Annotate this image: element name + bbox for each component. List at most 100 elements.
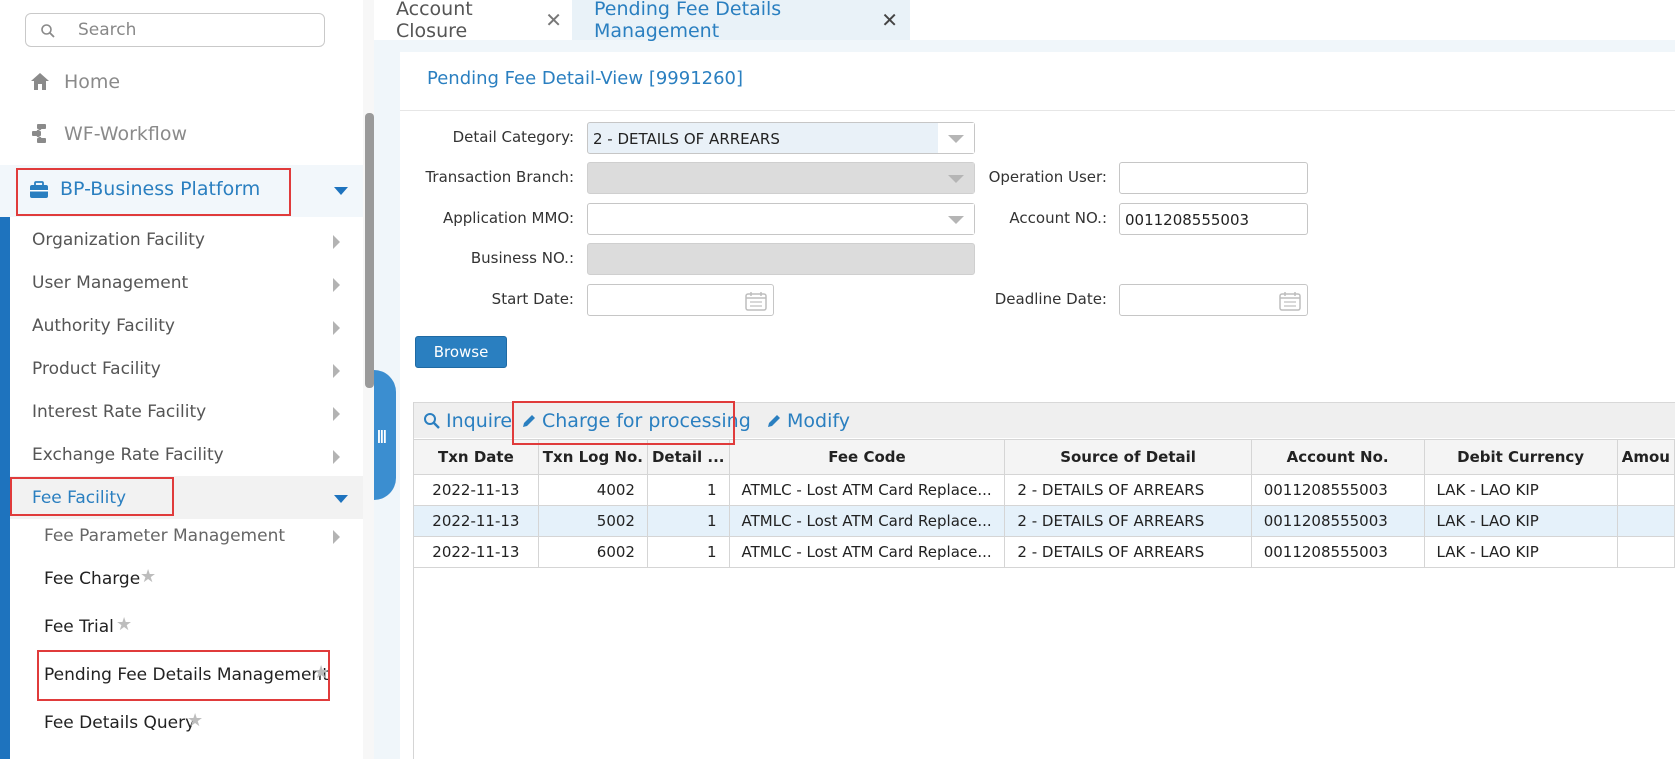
- table-cell: 4002: [538, 474, 648, 506]
- chevron-down-icon: [334, 495, 348, 503]
- page-title: Pending Fee Detail-View [9991260]: [427, 68, 744, 89]
- application-mmo-select[interactable]: [587, 203, 975, 235]
- modify-button[interactable]: Modify: [766, 408, 850, 434]
- tab-account-closure[interactable]: Account Closure ✕: [374, 0, 574, 42]
- sidebar-subitem-label: Fee Details Query: [44, 713, 196, 733]
- column-header[interactable]: Account No.: [1251, 439, 1425, 475]
- business-no-label: Business NO.:: [470, 249, 574, 267]
- sidebar: Home WF-Workflow BP-Business Platform Or…: [0, 0, 374, 759]
- table-row[interactable]: 2022-11-13 5002 1 ATMLC - Lost ATM Card …: [414, 505, 1675, 537]
- nav-workflow[interactable]: WF-Workflow: [0, 110, 360, 158]
- chevron-down-icon[interactable]: [938, 123, 974, 153]
- detail-category-label: Detail Category:: [452, 128, 574, 146]
- table-cell: 6002: [538, 536, 648, 568]
- deadline-date-label: Deadline Date:: [994, 290, 1107, 308]
- transaction-branch-select[interactable]: [587, 162, 975, 194]
- table-cell: LAK - LAO KIP: [1424, 505, 1618, 537]
- column-header[interactable]: Fee Code: [729, 439, 1006, 475]
- sidebar-item-label: Product Facility: [32, 359, 161, 379]
- modify-label: Modify: [787, 410, 850, 432]
- sidebar-subitem-label: Fee Trial: [44, 617, 114, 637]
- calendar-icon[interactable]: [745, 291, 767, 311]
- table-cell: [1617, 536, 1675, 568]
- table-cell: 2022-11-13: [414, 505, 539, 537]
- business-no-field[interactable]: [587, 243, 975, 275]
- sidebar-item-product-facility[interactable]: Product Facility: [10, 349, 360, 392]
- transaction-branch-label: Transaction Branch:: [425, 168, 574, 186]
- sidebar-subitem-fee-details-query[interactable]: Fee Details Query ★: [10, 702, 360, 746]
- table-cell: 2 - DETAILS OF ARREARS: [1004, 505, 1252, 537]
- sidebar-item-organization-facility[interactable]: Organization Facility: [10, 220, 360, 263]
- sidebar-scrollbar-thumb[interactable]: [365, 113, 374, 388]
- table-cell: 1: [647, 536, 730, 568]
- star-icon[interactable]: ★: [116, 614, 132, 635]
- sidebar-item-interest-rate-facility[interactable]: Interest Rate Facility: [10, 392, 360, 435]
- sidebar-subitem-fee-parameter-management[interactable]: Fee Parameter Management: [10, 515, 360, 559]
- browse-button[interactable]: Browse: [415, 336, 507, 368]
- chevron-down-icon[interactable]: [938, 204, 974, 234]
- table-cell: 2 - DETAILS OF ARREARS: [1004, 536, 1252, 568]
- table-cell: ATMLC - Lost ATM Card Replace...: [729, 474, 1006, 506]
- home-icon: [31, 73, 49, 90]
- sidebar-subitem-fee-charge[interactable]: Fee Charge ★: [10, 558, 360, 602]
- close-icon[interactable]: ✕: [881, 8, 898, 33]
- operation-user-label: Operation User:: [988, 168, 1107, 186]
- chevron-right-icon: [333, 530, 340, 544]
- column-header[interactable]: Amou: [1617, 439, 1675, 475]
- star-icon[interactable]: ★: [140, 566, 156, 587]
- table-cell: 5002: [538, 505, 648, 537]
- account-no-field[interactable]: 0011208555003: [1119, 203, 1308, 235]
- search-input[interactable]: [78, 16, 318, 44]
- operation-user-field[interactable]: [1119, 162, 1308, 194]
- tab-label: Account Closure: [396, 0, 473, 42]
- sidebar-item-exchange-rate-facility[interactable]: Exchange Rate Facility: [10, 435, 360, 478]
- star-icon[interactable]: ★: [187, 710, 203, 731]
- highlight-box: [512, 401, 735, 445]
- start-date-field[interactable]: [587, 284, 774, 316]
- table-row[interactable]: 2022-11-13 6002 1 ATMLC - Lost ATM Card …: [414, 536, 1675, 568]
- tab-bar: Account Closure ✕ Pending Fee Details Ma…: [374, 0, 1675, 42]
- chevron-down-icon: [334, 187, 348, 195]
- deadline-date-field[interactable]: [1119, 284, 1308, 316]
- sidebar-subitem-fee-trial[interactable]: Fee Trial ★: [10, 606, 360, 650]
- application-mmo-label: Application MMO:: [442, 209, 574, 227]
- table-cell: 0011208555003: [1251, 505, 1425, 537]
- pencil-icon: [768, 415, 780, 427]
- table-row[interactable]: 2022-11-13 4002 1 ATMLC - Lost ATM Card …: [414, 474, 1675, 506]
- nav-home-label: Home: [64, 71, 121, 93]
- chevron-down-icon[interactable]: [938, 163, 974, 193]
- highlight-box: [10, 477, 174, 516]
- detail-category-select[interactable]: 2 - DETAILS OF ARREARS: [587, 122, 975, 154]
- column-header[interactable]: Source of Detail: [1004, 439, 1252, 475]
- sidebar-item-user-management[interactable]: User Management: [10, 263, 360, 306]
- chevron-right-icon: [333, 235, 340, 249]
- tab-label: Pending Fee Details Management: [594, 0, 782, 42]
- table-cell: LAK - LAO KIP: [1424, 474, 1618, 506]
- search-box[interactable]: [25, 13, 325, 47]
- tab-pending-fee-details-management[interactable]: Pending Fee Details Management ✕: [572, 0, 910, 42]
- nav-home[interactable]: Home: [0, 58, 360, 106]
- sidebar-item-label: Organization Facility: [32, 230, 205, 250]
- table-cell: 2022-11-13: [414, 474, 539, 506]
- results-table: Txn Date Txn Log No. Detail ... Fee Code…: [414, 439, 1675, 568]
- chevron-right-icon: [333, 450, 340, 464]
- close-icon[interactable]: ✕: [545, 8, 562, 33]
- table-cell: 0011208555003: [1251, 474, 1425, 506]
- table-cell: 2 - DETAILS OF ARREARS: [1004, 474, 1252, 506]
- sidebar-subitem-label: Fee Charge: [44, 569, 141, 589]
- table-cell: 2022-11-13: [414, 536, 539, 568]
- table-cell: 1: [647, 474, 730, 506]
- highlight-box: [37, 650, 330, 701]
- inquire-button[interactable]: Inquire: [423, 408, 512, 434]
- table-cell: LAK - LAO KIP: [1424, 536, 1618, 568]
- sidebar-subitem-label: Fee Parameter Management: [44, 526, 286, 546]
- sidebar-item-label: Exchange Rate Facility: [32, 445, 224, 465]
- table-cell: 0011208555003: [1251, 536, 1425, 568]
- table-cell: ATMLC - Lost ATM Card Replace...: [729, 536, 1006, 568]
- chevron-right-icon: [333, 321, 340, 335]
- calendar-icon[interactable]: [1279, 291, 1301, 311]
- sidebar-item-authority-facility[interactable]: Authority Facility: [10, 306, 360, 349]
- column-header[interactable]: Debit Currency: [1424, 439, 1618, 475]
- sidebar-collapse-handle[interactable]: |||: [374, 370, 396, 500]
- sidebar-active-bar: [0, 165, 10, 759]
